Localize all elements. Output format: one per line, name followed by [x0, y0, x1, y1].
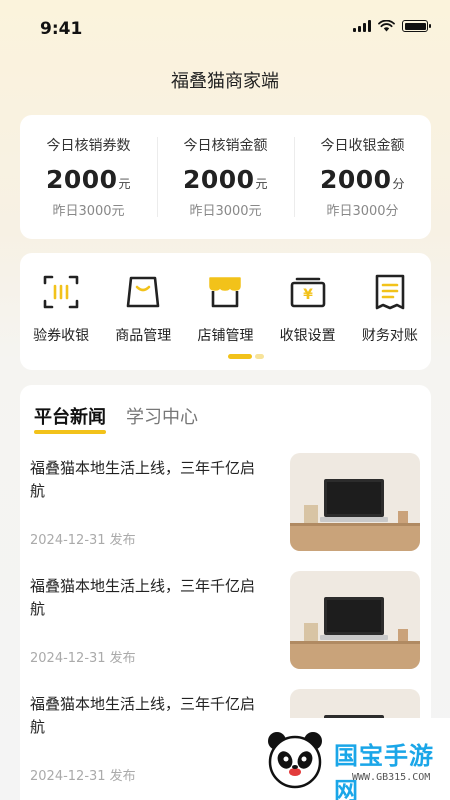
stat-value: 2000元 — [157, 165, 294, 194]
svg-text:¥: ¥ — [303, 287, 313, 303]
receipt-icon — [375, 274, 405, 310]
menu-item-verify-cashier[interactable]: 验券收银 — [20, 271, 102, 345]
stats-card: 今日核销券数 2000元 昨日3000元 今日核销金额 2000元 昨日3000… — [20, 115, 431, 239]
stat-label: 今日收银金额 — [320, 138, 405, 154]
stat-unit: 分 — [392, 177, 406, 191]
menu-label: 收银设置 — [279, 328, 336, 344]
stat-previous: 昨日3000元 — [189, 204, 262, 219]
cashier-icon: ¥ — [290, 277, 325, 308]
news-thumbnail — [290, 453, 420, 551]
news-title: 福叠猫本地生活上线，三年千亿启航 — [30, 695, 256, 736]
battery-icon — [402, 20, 431, 32]
scan-coupon-icon — [43, 275, 79, 309]
page-title: 福叠猫商家端 — [171, 71, 279, 92]
wifi-icon — [378, 20, 395, 32]
shopping-bag-icon — [126, 276, 160, 308]
stat-number: 2000 — [182, 165, 255, 194]
stat-value: 2000分 — [294, 165, 431, 194]
storefront-icon — [209, 277, 242, 308]
stat-cashier-amount: 今日收银金额 2000分 昨日3000分 — [294, 115, 431, 239]
stat-previous: 昨日3000元 — [52, 204, 125, 219]
tab-learning-center[interactable]: 学习中心 — [126, 403, 198, 435]
stat-previous: 昨日3000分 — [326, 204, 399, 219]
news-date: 2024-12-31 发布 — [30, 533, 136, 548]
news-item[interactable]: 福叠猫本地生活上线，三年千亿启航 2024-12-31 发布 — [30, 571, 420, 671]
status-bar: 9:41 — [0, 0, 450, 58]
watermark-text: 国宝手游网 — [334, 742, 434, 800]
watermark-url: WWW.GB315.COM — [352, 772, 431, 783]
menu-label: 财务对账 — [361, 328, 418, 344]
menu-label: 店铺管理 — [197, 328, 254, 344]
stat-number: 2000 — [45, 165, 118, 194]
status-time: 9:41 — [40, 19, 83, 39]
stat-redeem-amount: 今日核销金额 2000元 昨日3000元 — [157, 115, 294, 239]
page-indicator — [228, 354, 264, 359]
menu-item-cashier-settings[interactable]: ¥ 收银设置 — [267, 271, 349, 345]
stat-coupons: 今日核销券数 2000元 昨日3000元 — [20, 115, 157, 239]
cellular-signal-icon — [353, 20, 371, 32]
news-item[interactable]: 福叠猫本地生活上线，三年千亿启航 2024-12-31 发布 — [30, 453, 420, 553]
menu-label: 商品管理 — [115, 328, 172, 344]
stat-value: 2000元 — [20, 165, 157, 194]
news-tabs: 平台新闻 学习中心 — [34, 403, 198, 435]
stat-label: 今日核销金额 — [183, 138, 268, 154]
news-date: 2024-12-31 发布 — [30, 769, 136, 784]
panda-logo-icon — [268, 732, 322, 789]
tab-platform-news[interactable]: 平台新闻 — [34, 403, 106, 435]
news-title: 福叠猫本地生活上线，三年千亿启航 — [30, 577, 256, 618]
news-title: 福叠猫本地生活上线，三年千亿启航 — [30, 459, 256, 500]
status-icons — [353, 20, 431, 32]
menu-item-products[interactable]: 商品管理 — [102, 271, 184, 345]
quick-menu: 验券收银 商品管理 店铺管理 ¥ 收银设置 财务对账 — [20, 253, 431, 370]
menu-label: 验券收银 — [33, 328, 90, 344]
watermark: 国宝手游网 WWW.GB315.COM — [248, 718, 450, 800]
stat-number: 2000 — [319, 165, 392, 194]
stat-unit: 元 — [118, 177, 132, 191]
news-thumbnail — [290, 571, 420, 669]
stat-unit: 元 — [255, 177, 269, 191]
stat-label: 今日核销券数 — [46, 138, 131, 154]
menu-item-store[interactable]: 店铺管理 — [184, 271, 266, 345]
news-date: 2024-12-31 发布 — [30, 651, 136, 666]
menu-item-finance[interactable]: 财务对账 — [349, 271, 431, 345]
